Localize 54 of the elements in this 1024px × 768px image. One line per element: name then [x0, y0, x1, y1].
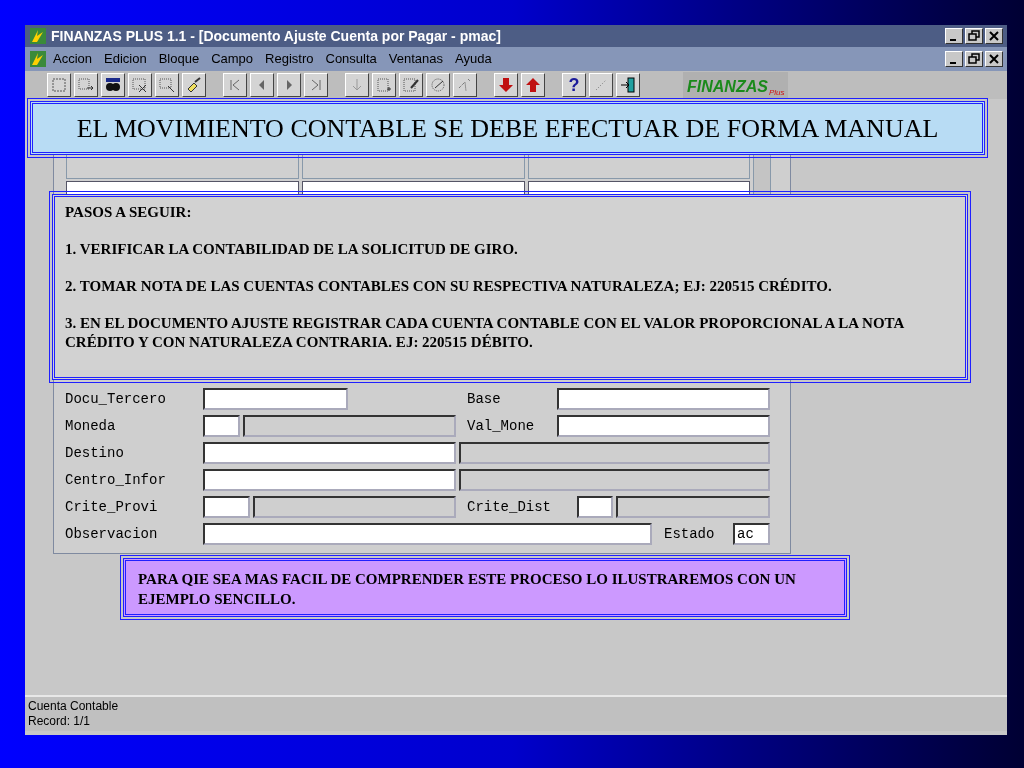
- field-label: Moneda: [65, 416, 117, 436]
- status-text: Record: 1/1: [28, 714, 92, 729]
- stacked-down-arrow-icon[interactable]: [497, 76, 515, 94]
- menu-item[interactable]: Ayuda: [449, 49, 498, 69]
- app-icon: [29, 27, 47, 45]
- menu-item[interactable]: Ventanas: [382, 49, 450, 69]
- note-text: 2. TOMAR NOTA DE LAS CUENTAS CONTABLES CON SU RESPECTIVA NATURALEZA; EJ: 220515 CRÉDITO.: [65, 277, 833, 296]
- window-title: FINANZAS PLUS 1.1 - [Documento Ajuste Cuenta por Pagar - pmac]: [51, 26, 501, 46]
- field-label: Destino: [65, 443, 125, 463]
- dotted-box-icon[interactable]: [50, 76, 68, 94]
- field-label: Observacion: [65, 524, 159, 544]
- close-icon[interactable]: [987, 29, 1001, 43]
- menu-item[interactable]: Accion: [47, 49, 99, 69]
- restore-icon[interactable]: [967, 52, 981, 66]
- field-label: Crite_Dist: [467, 497, 552, 517]
- field-label: Crite_Provi: [65, 497, 159, 517]
- grid-cross-icon[interactable]: [131, 76, 149, 94]
- input-field[interactable]: [203, 415, 240, 437]
- field-label: Centro_Infor: [65, 470, 167, 490]
- input-field[interactable]: [203, 469, 456, 491]
- input-field[interactable]: [203, 523, 652, 545]
- input-field[interactable]: [203, 388, 348, 410]
- input-field[interactable]: [557, 415, 770, 437]
- menu-item[interactable]: Campo: [205, 49, 260, 69]
- field-label: Estado: [664, 524, 716, 544]
- status-text: Cuenta Contable: [28, 699, 120, 714]
- binoculars-icon[interactable]: [104, 76, 122, 94]
- menu-item[interactable]: Registro: [259, 49, 320, 69]
- stacked-up-arrow-icon[interactable]: [524, 76, 542, 94]
- note-text: PASOS A SEGUIR:: [65, 203, 193, 222]
- app-icon: [29, 50, 47, 68]
- restore-icon[interactable]: [967, 29, 981, 43]
- input-field[interactable]: [557, 388, 770, 410]
- field-label: Docu_Tercero: [65, 389, 167, 409]
- menu-item[interactable]: Bloque: [152, 49, 206, 69]
- field-label: Base: [467, 389, 502, 409]
- note-text: 1. VERIFICAR LA CONTABILIDAD DE LA SOLICITUD DE GIRO.: [65, 240, 519, 259]
- note-text: PARA QIE SEA MAS FACIL DE COMPRENDER ESTE PROCESO LO ILUSTRAREMOS CON UN EJEMPLO SENCILLO.: [138, 570, 797, 609]
- input-field[interactable]: [203, 496, 250, 518]
- grid-pencil-icon[interactable]: [402, 76, 420, 94]
- menu-item[interactable]: Edicion: [98, 49, 153, 69]
- note-text: EL MOVIMIENTO CONTABLE SE DEBE EFECTUAR DE FORMA MANUAL: [76, 112, 939, 145]
- input-field[interactable]: [203, 442, 456, 464]
- menu-item[interactable]: Consulta: [319, 49, 383, 69]
- grid-eraser-icon[interactable]: [429, 76, 447, 94]
- input-field[interactable]: [577, 496, 613, 518]
- exit-door-icon[interactable]: [619, 76, 637, 94]
- grid-plus-icon[interactable]: [375, 76, 393, 94]
- close-icon[interactable]: [987, 52, 1001, 66]
- brush-icon[interactable]: [185, 76, 203, 94]
- note-text: 3. EN EL DOCUMENTO AJUSTE REGISTRAR CADA CUENTA CONTABLE CON EL VALOR PROPORCIONAL A LA NOTA CRÉDITO Y CON NATURALEZA CONTRARIA. EJ: 220515 DÉBITO.: [65, 314, 905, 352]
- field-label: Val_Mone: [467, 416, 536, 436]
- help-button[interactable]: ?: [562, 73, 586, 97]
- input-field[interactable]: ac: [733, 523, 770, 545]
